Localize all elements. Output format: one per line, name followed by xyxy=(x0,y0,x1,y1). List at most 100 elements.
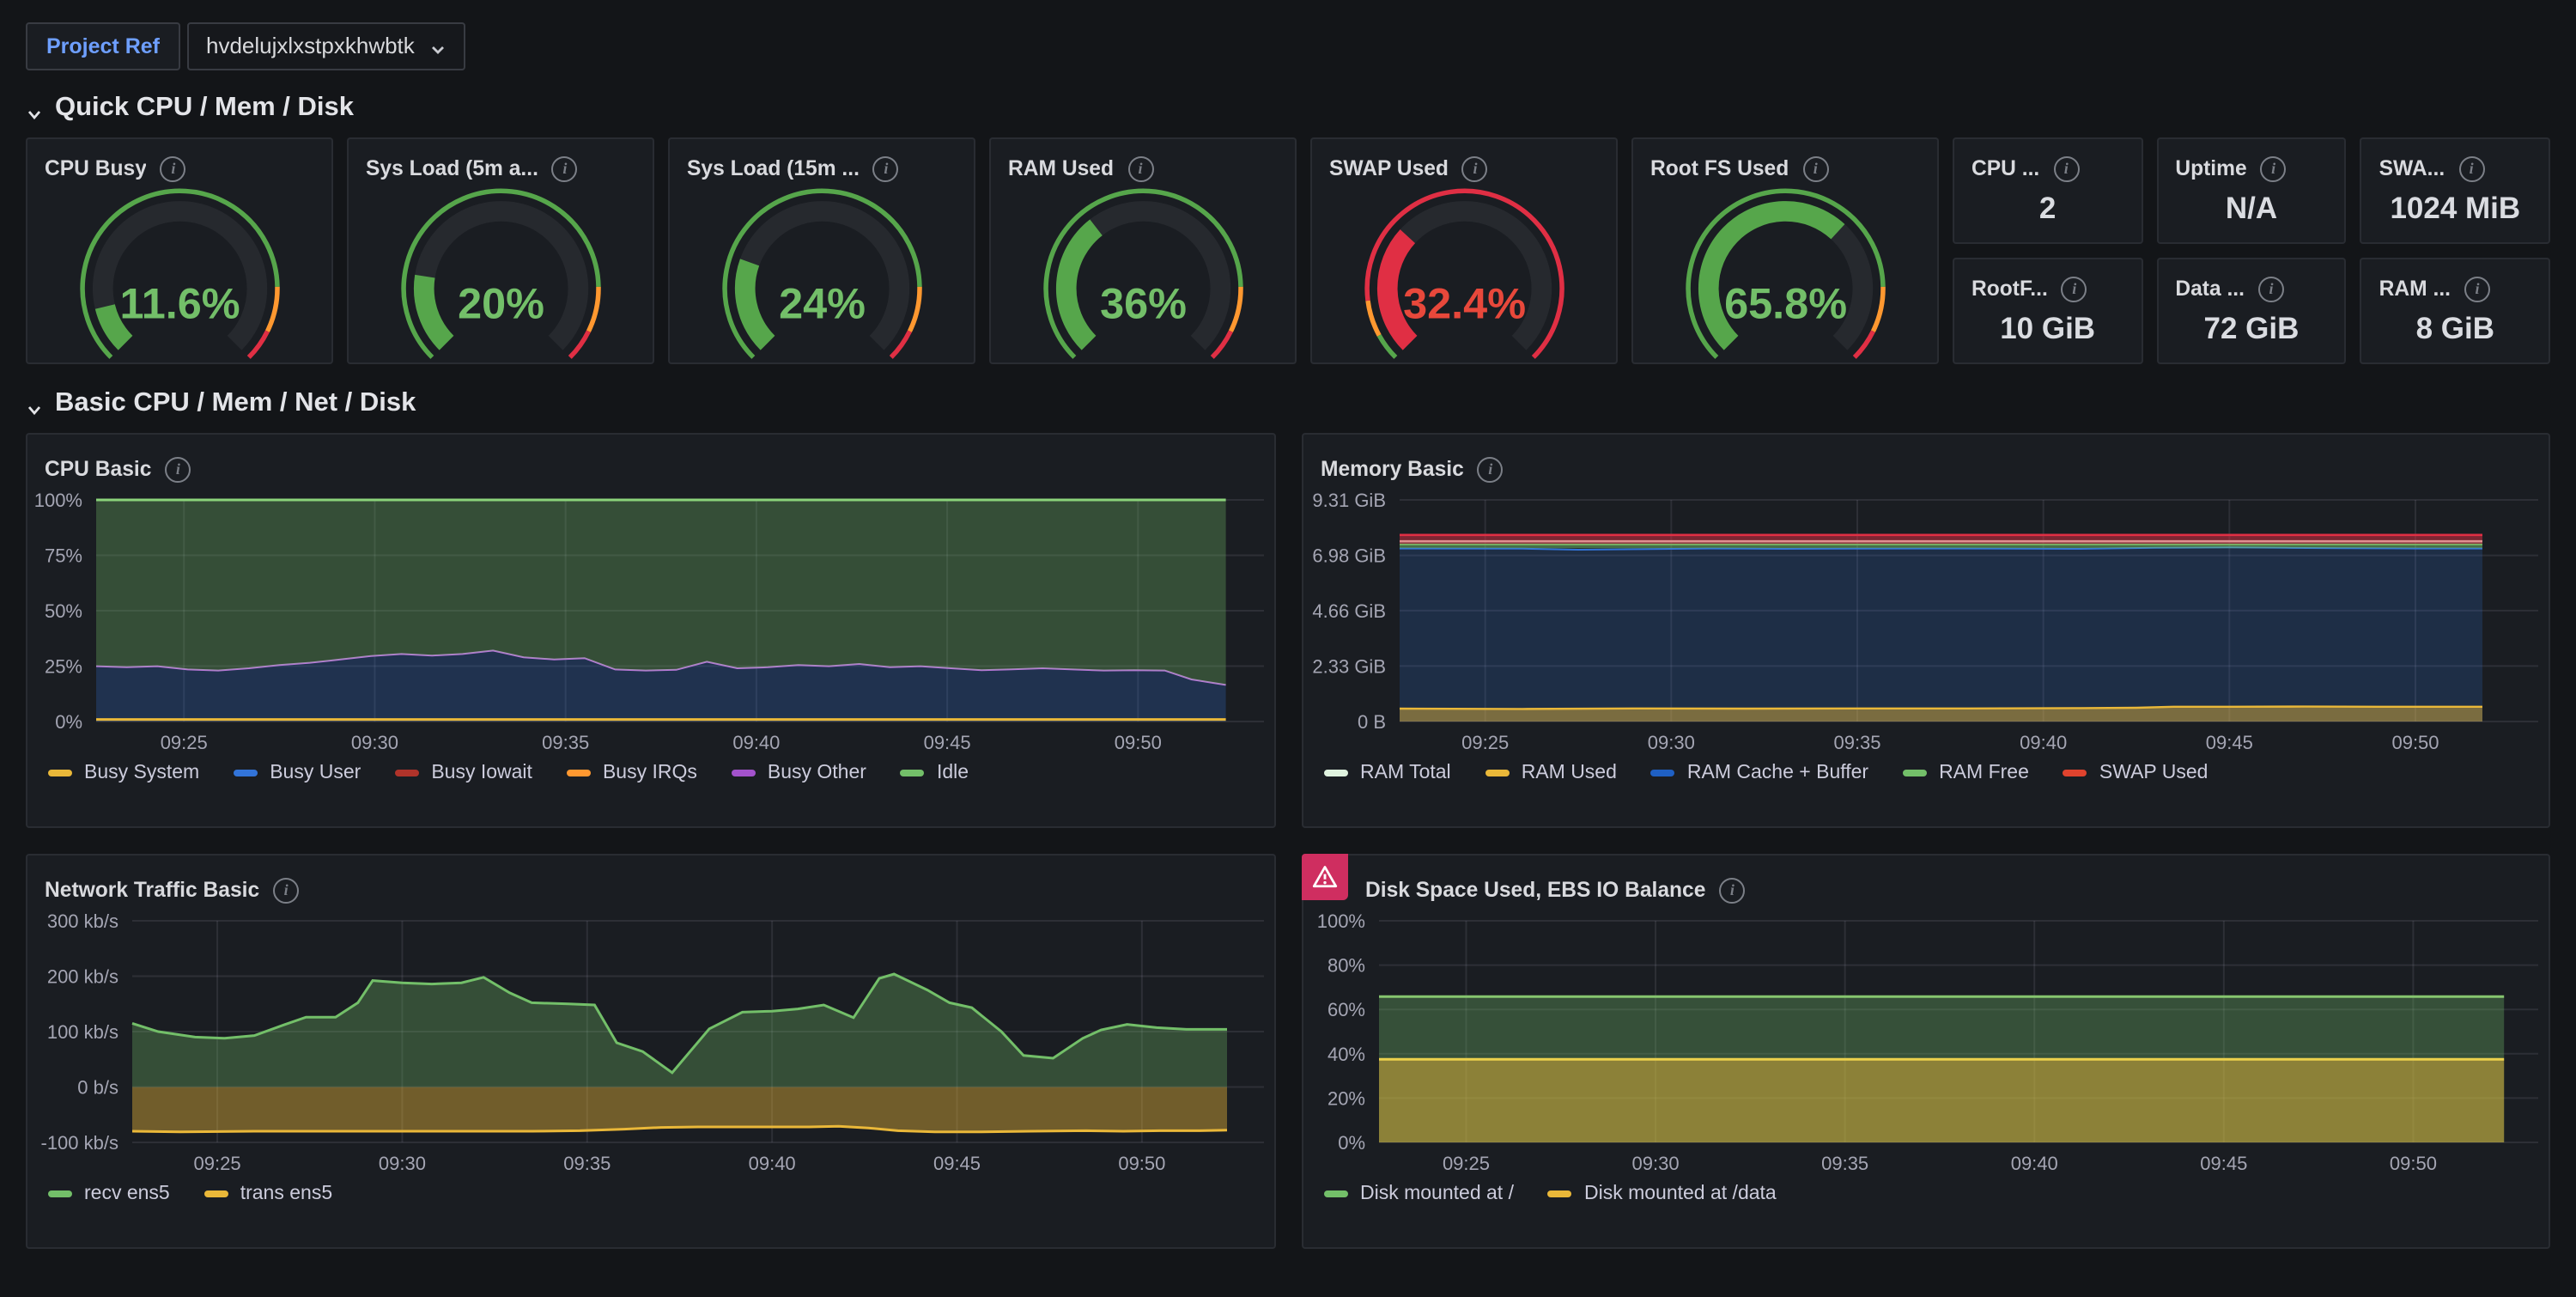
svg-text:09:45: 09:45 xyxy=(2206,732,2253,753)
legend-chip xyxy=(204,1190,228,1198)
svg-text:0 B: 0 B xyxy=(1358,711,1386,733)
legend-item[interactable]: Busy IRQs xyxy=(567,763,697,783)
svg-text:09:35: 09:35 xyxy=(542,732,589,753)
info-icon[interactable]: i xyxy=(273,877,299,903)
panel-uptime: Uptimei N/A xyxy=(2156,137,2346,244)
svg-text:36%: 36% xyxy=(1100,277,1187,326)
panel-data-disk-total: Data ...i 72 GiB xyxy=(2156,258,2346,364)
section-title: Basic CPU / Mem / Net / Disk xyxy=(55,388,416,419)
section-quick-cpu-mem-disk[interactable]: Quick CPU / Mem / Disk xyxy=(26,93,2550,124)
legend-item[interactable]: RAM Total xyxy=(1324,763,1451,783)
legend-chip xyxy=(1548,1190,1572,1198)
legend-item[interactable]: trans ens5 xyxy=(204,1184,332,1204)
info-icon[interactable]: i xyxy=(161,155,186,181)
legend-item[interactable]: RAM Cache + Buffer xyxy=(1651,763,1868,783)
svg-text:09:25: 09:25 xyxy=(161,732,208,753)
svg-text:0%: 0% xyxy=(55,711,82,733)
info-icon[interactable]: i xyxy=(1719,877,1745,903)
svg-text:50%: 50% xyxy=(45,600,82,622)
panel-title: RAM Used xyxy=(1008,156,1114,180)
legend-item[interactable]: Busy System xyxy=(48,763,199,783)
info-icon[interactable]: i xyxy=(552,155,578,181)
panel-title: Sys Load (5m a... xyxy=(366,156,538,180)
legend-label: recv ens5 xyxy=(84,1184,170,1204)
legend-chip xyxy=(1651,770,1675,777)
legend-item[interactable]: Busy Iowait xyxy=(395,763,532,783)
legend-item[interactable]: SWAP Used xyxy=(2063,763,2208,783)
section-basic-cpu-mem-net-disk[interactable]: Basic CPU / Mem / Net / Disk xyxy=(26,388,2550,419)
info-icon[interactable]: i xyxy=(1478,456,1504,482)
panel-title: RAM ... xyxy=(2379,277,2451,301)
info-icon[interactable]: i xyxy=(2062,276,2087,301)
panel-ram-total: RAM ...i 8 GiB xyxy=(2360,258,2550,364)
svg-text:09:30: 09:30 xyxy=(1632,1153,1680,1174)
svg-text:09:50: 09:50 xyxy=(2390,1153,2437,1174)
svg-text:09:40: 09:40 xyxy=(2011,1153,2058,1174)
stat-value: 72 GiB xyxy=(2158,306,2344,362)
sys-load-5m-gauge: 20% xyxy=(365,186,635,362)
project-ref-dropdown[interactable]: hvdelujxlxstpxkhwbtk xyxy=(187,21,466,70)
svg-text:11.6%: 11.6% xyxy=(119,277,240,326)
cpu-busy-gauge: 11.6% xyxy=(44,186,314,362)
legend-item[interactable]: Busy User xyxy=(234,763,361,783)
svg-text:09:25: 09:25 xyxy=(194,1153,241,1174)
variable-controls: Project Ref hvdelujxlxstpxkhwbtk xyxy=(26,22,2550,69)
legend-chip xyxy=(1324,1190,1348,1198)
info-icon[interactable]: i xyxy=(873,155,899,181)
svg-text:0%: 0% xyxy=(1338,1132,1365,1154)
legend-label: Disk mounted at / xyxy=(1360,1184,1514,1204)
info-icon[interactable]: i xyxy=(2458,155,2484,181)
legend-label: Busy IRQs xyxy=(603,763,697,783)
legend-label: Busy User xyxy=(270,763,361,783)
legend-label: SWAP Used xyxy=(2099,763,2208,783)
panel-title: Sys Load (15m ... xyxy=(687,156,860,180)
legend-label: Disk mounted at /data xyxy=(1584,1184,1777,1204)
legend-item[interactable]: Disk mounted at / xyxy=(1324,1184,1514,1204)
legend-item[interactable]: Idle xyxy=(901,763,969,783)
svg-text:09:40: 09:40 xyxy=(732,732,780,753)
legend-label: Idle xyxy=(937,763,969,783)
info-icon[interactable]: i xyxy=(2261,155,2287,181)
info-icon[interactable]: i xyxy=(1127,155,1153,181)
disk-space-chart: 0%20%40%60%80%100%09:2509:3009:3509:4009… xyxy=(1303,914,2549,1177)
svg-text:100%: 100% xyxy=(1317,914,1365,932)
svg-text:09:35: 09:35 xyxy=(1821,1153,1868,1174)
info-icon[interactable]: i xyxy=(2053,155,2079,181)
legend-item[interactable]: recv ens5 xyxy=(48,1184,170,1204)
legend-label: RAM Total xyxy=(1360,763,1451,783)
network-traffic-legend: recv ens5 trans ens5 xyxy=(27,1177,1274,1204)
info-icon[interactable]: i xyxy=(2464,276,2490,301)
legend-item[interactable]: RAM Used xyxy=(1485,763,1617,783)
svg-text:75%: 75% xyxy=(45,545,82,567)
disk-space-legend: Disk mounted at / Disk mounted at /data xyxy=(1303,1177,2549,1204)
project-ref-value: hvdelujxlxstpxkhwbtk xyxy=(206,33,415,58)
legend-label: RAM Used xyxy=(1522,763,1617,783)
basic-grid: CPU Basici 0%25%50%75%100%09:2509:3009:3… xyxy=(26,433,2550,1249)
svg-text:9.31 GiB: 9.31 GiB xyxy=(1312,493,1386,511)
legend-label: Busy System xyxy=(84,763,199,783)
panel-cpu-busy: CPU Busy i 11.6% xyxy=(26,137,333,364)
svg-text:32.4%: 32.4% xyxy=(1403,277,1526,326)
section-title: Quick CPU / Mem / Disk xyxy=(55,93,354,124)
legend-item[interactable]: RAM Free xyxy=(1903,763,2029,783)
info-icon[interactable]: i xyxy=(1462,155,1488,181)
panel-title: CPU Basic xyxy=(45,457,151,481)
panel-memory-basic: Memory Basici 0 B2.33 GiB4.66 GiB6.98 Gi… xyxy=(1302,433,2550,828)
project-ref-label: Project Ref xyxy=(26,21,180,70)
legend-item[interactable]: Busy Other xyxy=(732,763,866,783)
panel-cpu-cores: CPU ...i 2 xyxy=(1953,137,2142,244)
cpu-basic-chart: 0%25%50%75%100%09:2509:3009:3509:4009:45… xyxy=(27,493,1274,756)
sys-load-15m-gauge: 24% xyxy=(686,186,957,362)
svg-text:09:50: 09:50 xyxy=(1118,1153,1165,1174)
svg-text:-100 kb/s: -100 kb/s xyxy=(41,1132,119,1154)
chevron-down-icon xyxy=(430,37,447,54)
memory-basic-chart: 0 B2.33 GiB4.66 GiB6.98 GiB9.31 GiB09:25… xyxy=(1303,493,2549,756)
info-icon[interactable]: i xyxy=(1802,155,1828,181)
svg-text:09:30: 09:30 xyxy=(1648,732,1695,753)
svg-text:09:45: 09:45 xyxy=(933,1153,981,1174)
info-icon[interactable]: i xyxy=(2258,276,2284,301)
legend-item[interactable]: Disk mounted at /data xyxy=(1548,1184,1777,1204)
info-icon[interactable]: i xyxy=(165,456,191,482)
alert-warning-badge[interactable] xyxy=(1302,854,1348,900)
panel-title: CPU Busy xyxy=(45,156,147,180)
